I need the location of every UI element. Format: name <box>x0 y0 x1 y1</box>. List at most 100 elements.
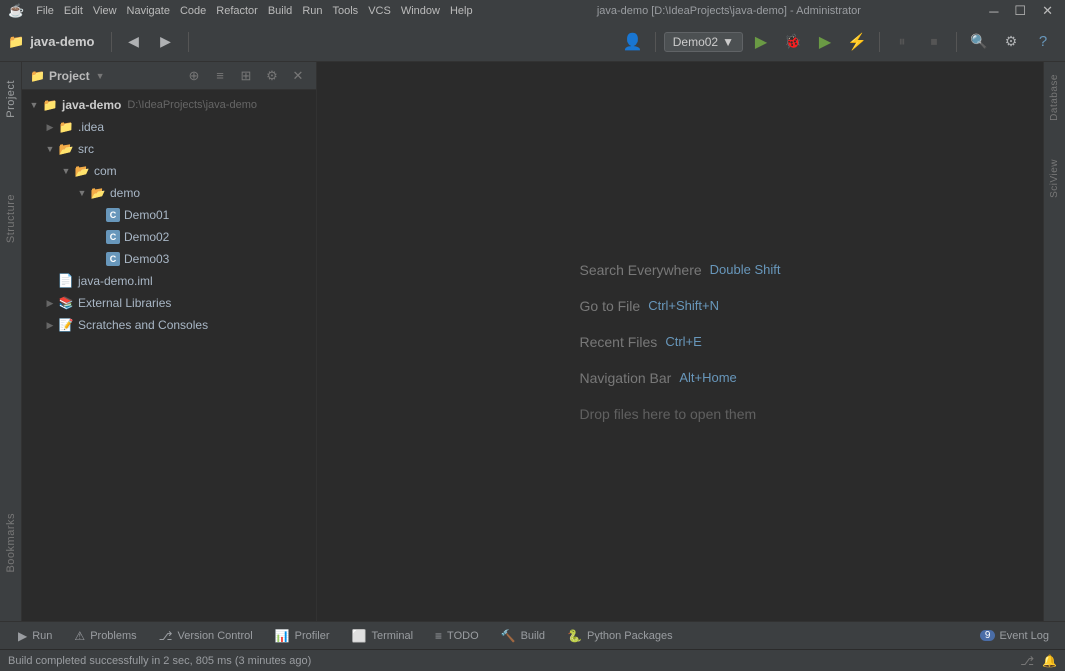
run-config-selector[interactable]: Demo02 ▼ <box>664 32 743 52</box>
arrow-idea: ▶ <box>42 116 58 138</box>
toolbar-separator-5 <box>956 32 957 52</box>
hint-recent-shortcut: Ctrl+E <box>665 334 701 349</box>
menu-run[interactable]: Run <box>302 5 322 17</box>
restore-button[interactable]: ☐ <box>1010 3 1030 19</box>
hint-navbar-shortcut: Alt+Home <box>679 370 736 385</box>
status-notification-icon[interactable]: 🔔 <box>1042 654 1057 668</box>
tree-item-demo02[interactable]: ▶ C Demo02 <box>22 226 316 248</box>
tree-item-com[interactable]: ▼ 📂 com <box>22 160 316 182</box>
hint-search-shortcut: Double Shift <box>710 262 781 277</box>
icon-root: 📁 <box>42 97 58 113</box>
tab-profiler[interactable]: 📊 Profiler <box>265 624 340 648</box>
icon-demo02: C <box>106 230 120 244</box>
profile-button[interactable]: 👤 <box>619 28 647 56</box>
run-tab-icon: ▶ <box>18 629 27 643</box>
help-button[interactable]: ? <box>1029 28 1057 56</box>
vtab-structure[interactable]: Structure <box>0 186 21 251</box>
menu-file[interactable]: File <box>36 5 54 17</box>
todo-tab-label: TODO <box>447 630 479 642</box>
panel-settings-button[interactable]: ⚙ <box>262 66 282 86</box>
tab-problems[interactable]: ⚠ Problems <box>64 624 146 648</box>
project-dropdown-arrow[interactable]: ▼ <box>96 71 105 81</box>
title-left: ☕ File Edit View Navigate Code Refactor … <box>8 3 473 19</box>
vtab-project[interactable]: Project <box>0 72 21 126</box>
run-config-label: Demo02 <box>673 35 718 49</box>
icon-idea: 📁 <box>58 119 74 135</box>
project-panel: 📁 Project ▼ ⊕ ≡ ⊞ ⚙ ✕ ▼ 📁 java-demo D:\I… <box>22 62 317 621</box>
tab-terminal[interactable]: ⬜ Terminal <box>342 624 424 648</box>
collapse-all-button[interactable]: ≡ <box>210 66 230 86</box>
arrow-demo: ▼ <box>74 182 90 204</box>
tab-build[interactable]: 🔨 Build <box>491 624 555 648</box>
tab-run[interactable]: ▶ Run <box>8 624 62 648</box>
toolbar-separator-2 <box>188 32 189 52</box>
arrow-scratches: ▶ <box>42 314 58 336</box>
project-title-text: Project <box>49 69 90 83</box>
run-tab-label: Run <box>32 630 52 642</box>
hint-search-label: Search Everywhere <box>580 262 702 278</box>
demo-name: demo <box>110 186 140 200</box>
menu-refactor[interactable]: Refactor <box>216 5 258 17</box>
hint-navbar-label: Navigation Bar <box>580 370 672 386</box>
tree-item-demo[interactable]: ▼ 📂 demo <box>22 182 316 204</box>
locate-file-button[interactable]: ⊕ <box>184 66 204 86</box>
menu-tools[interactable]: Tools <box>333 5 359 17</box>
tree-item-demo01[interactable]: ▶ C Demo01 <box>22 204 316 226</box>
app-icon: ☕ <box>8 3 24 19</box>
expand-all-button[interactable]: ⊞ <box>236 66 256 86</box>
tab-python-packages[interactable]: 🐍 Python Packages <box>557 624 683 648</box>
run-config-dropdown-icon: ▼ <box>722 35 734 49</box>
menu-view[interactable]: View <box>93 5 117 17</box>
menu-help[interactable]: Help <box>450 5 473 17</box>
status-git-icon[interactable]: ⎇ <box>1020 654 1034 668</box>
tree-item-iml[interactable]: ▶ 📄 java-demo.iml <box>22 270 316 292</box>
hint-drop: Drop files here to open them <box>580 406 781 422</box>
settings-button[interactable]: ⚙ <box>997 28 1025 56</box>
menu-navigate[interactable]: Navigate <box>127 5 170 17</box>
tab-todo[interactable]: ≡ TODO <box>425 624 489 648</box>
menu-code[interactable]: Code <box>180 5 206 17</box>
profiler-tab-icon: 📊 <box>275 629 290 643</box>
hint-search: Search Everywhere Double Shift <box>580 262 781 278</box>
hint-recent-label: Recent Files <box>580 334 658 350</box>
event-log-button[interactable]: 9 Event Log <box>972 624 1057 648</box>
right-tab-sciview[interactable]: SciView <box>1049 151 1060 206</box>
navigate-forward-button[interactable]: ▶ <box>152 28 180 56</box>
run-coverage-button[interactable]: ▶ <box>811 28 839 56</box>
menu-vcs[interactable]: VCS <box>368 5 391 17</box>
vtab-bookmarks[interactable]: Bookmarks <box>0 505 21 581</box>
stop-button[interactable]: ⏹ <box>920 28 948 56</box>
debug-button[interactable]: 🐞 <box>779 28 807 56</box>
python-tab-icon: 🐍 <box>567 629 582 643</box>
hint-recent: Recent Files Ctrl+E <box>580 334 781 350</box>
content-area: Project Structure Bookmarks 📁 Project ▼ … <box>0 62 1065 621</box>
tree-item-scratches[interactable]: ▶ 📝 Scratches and Consoles <box>22 314 316 336</box>
file-tree[interactable]: ▼ 📁 java-demo D:\IdeaProjects\java-demo … <box>22 90 316 621</box>
event-count-badge: 9 <box>980 630 996 641</box>
tree-item-src[interactable]: ▼ 📂 src <box>22 138 316 160</box>
icon-iml: 📄 <box>58 273 74 289</box>
root-path: D:\IdeaProjects\java-demo <box>127 99 257 111</box>
run-button[interactable]: ▶ <box>747 28 775 56</box>
tree-item-root[interactable]: ▼ 📁 java-demo D:\IdeaProjects\java-demo <box>22 94 316 116</box>
menu-window[interactable]: Window <box>401 5 440 17</box>
right-panel-strip: Database SciView <box>1043 62 1065 621</box>
project-title: 📁 java-demo <box>8 34 95 50</box>
right-tab-database[interactable]: Database <box>1049 66 1060 129</box>
search-everywhere-button[interactable]: 🔍 <box>965 28 993 56</box>
terminal-tab-icon: ⬜ <box>352 629 367 643</box>
tree-item-ext-libs[interactable]: ▶ 📚 External Libraries <box>22 292 316 314</box>
pause-button[interactable]: ⏸ <box>888 28 916 56</box>
navigate-back-button[interactable]: ◀ <box>120 28 148 56</box>
menu-build[interactable]: Build <box>268 5 292 17</box>
tree-item-demo03[interactable]: ▶ C Demo03 <box>22 248 316 270</box>
menu-edit[interactable]: Edit <box>64 5 83 17</box>
tab-version-control[interactable]: ⎇ Version Control <box>149 624 263 648</box>
minimize-button[interactable]: ─ <box>985 4 1002 19</box>
close-panel-button[interactable]: ✕ <box>288 66 308 86</box>
tree-item-idea[interactable]: ▶ 📁 .idea <box>22 116 316 138</box>
close-button[interactable]: ✕ <box>1038 3 1057 19</box>
python-tab-label: Python Packages <box>587 630 673 642</box>
profile-run-button[interactable]: ⚡ <box>843 28 871 56</box>
project-panel-title: 📁 Project ▼ <box>30 69 105 83</box>
